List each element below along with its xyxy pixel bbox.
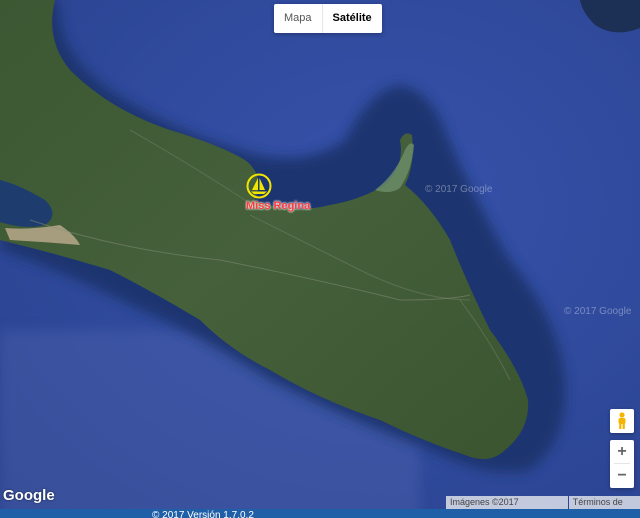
pegman-button[interactable] [610,409,634,433]
map-type-map-button[interactable]: Mapa [274,4,322,33]
google-logo: Google [3,487,55,504]
map-type-satellite-button[interactable]: Satélite [321,4,382,33]
imagery-attribution: Imágenes ©2017 TerraMetrics [446,496,568,518]
map-attribution: Imágenes ©2017 TerraMetrics Términos de … [446,496,640,518]
zoom-in-button[interactable]: + [610,440,634,463]
zoom-out-button[interactable]: − [610,464,634,487]
zoom-control: + − [610,440,634,488]
terms-of-use-link[interactable]: Términos de uso [568,496,640,518]
footer-version: © 2017 Versión 1.7.0.2 [152,510,254,518]
map-type-control: Mapa Satélite [274,4,382,33]
sailboat-icon[interactable] [246,173,272,199]
footer-bar: © 2017 Versión 1.7.0.2 [0,509,640,518]
satellite-imagery [0,0,640,518]
pegman-icon [618,412,626,429]
marker-label[interactable]: Miss Regina [246,200,310,212]
map-watermark: © 2017 Google [425,184,493,195]
map-watermark: © 2017 Google [564,306,632,317]
satellite-map[interactable]: Mapa Satélite Miss Regina © 2017 Google … [0,0,640,518]
